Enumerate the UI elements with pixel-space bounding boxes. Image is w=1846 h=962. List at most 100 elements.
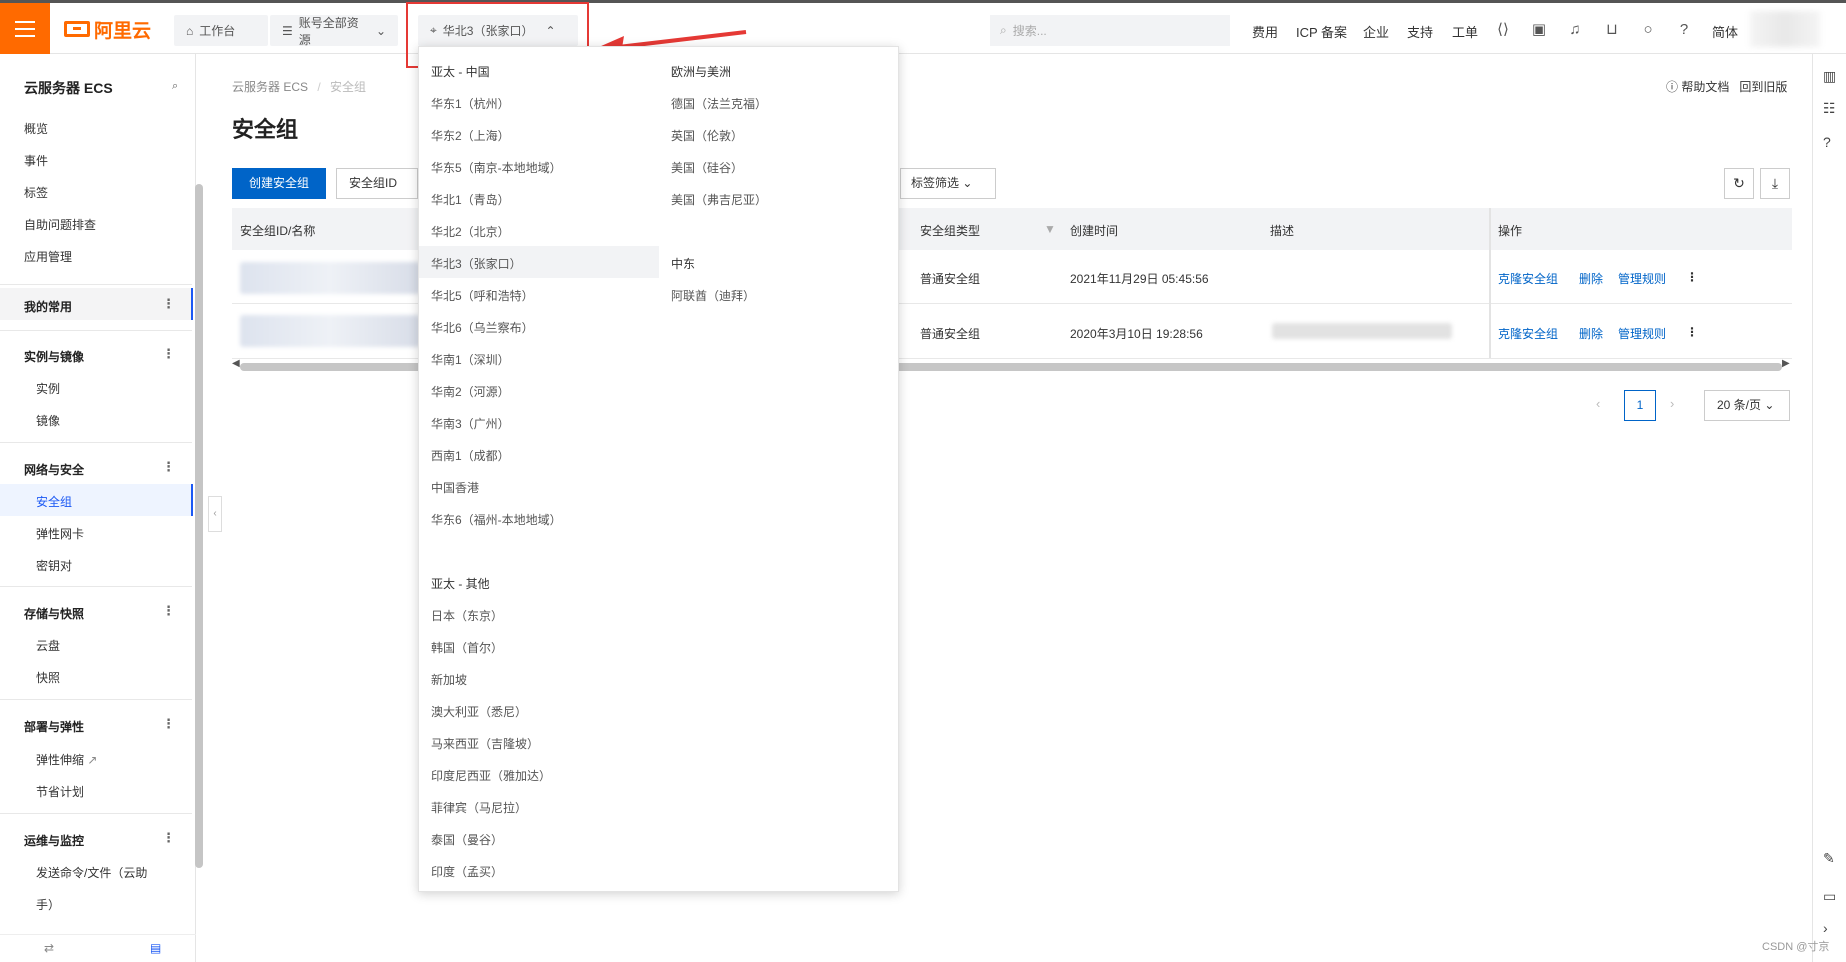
region-item[interactable]: 澳大利亚（悉尼） [431, 703, 527, 720]
more-icon[interactable]: ⋮ [1686, 270, 1698, 284]
region-item[interactable]: 阿联酋（迪拜） [671, 287, 755, 304]
search-icon[interactable]: ⌕ [172, 80, 178, 93]
region-item[interactable]: 印度（孟买） [431, 863, 503, 880]
delete-link[interactable]: 删除 [1579, 325, 1603, 342]
sidebar-item-keypair[interactable]: 密钥对 [36, 557, 72, 574]
sidebar-item-troubleshoot[interactable]: 自助问题排查 [24, 216, 96, 233]
sidebar-item-app-mgmt[interactable]: 应用管理 [24, 248, 72, 265]
sidebar-group-ops[interactable]: 运维与监控 [24, 832, 84, 849]
nav-enterprise[interactable]: 企业 [1363, 22, 1389, 41]
region-item-selected[interactable]: 华北3（张家口） [431, 255, 522, 272]
region-item[interactable]: 华南1（深圳） [431, 351, 510, 368]
sidebar-item-tags[interactable]: 标签 [24, 184, 48, 201]
region-item[interactable]: 西南1（成都） [431, 447, 510, 464]
help-doc-link[interactable]: ⓘ 帮助文档 [1666, 78, 1729, 95]
feedback-icon[interactable]: ▭ [1823, 888, 1836, 905]
sidebar-group-instances[interactable]: 实例与镜像 [24, 348, 84, 365]
scroll-right-icon[interactable]: ▶ [1782, 358, 1790, 369]
sidebar-group-storage[interactable]: 存储与快照 [24, 605, 84, 622]
swap-icon[interactable]: ⇄ [44, 941, 54, 955]
breadcrumb-ecs[interactable]: 云服务器 ECS [232, 80, 308, 94]
filter-field-select[interactable]: 安全组ID [336, 168, 418, 199]
region-item[interactable]: 日本（东京） [431, 607, 503, 624]
more-icon[interactable]: ⋮ [162, 830, 175, 846]
next-page-icon[interactable]: › [1670, 396, 1674, 411]
sidebar-item-images[interactable]: 镜像 [36, 412, 60, 429]
logo[interactable]: 阿里云 [64, 17, 151, 42]
help-icon[interactable]: ? [1675, 21, 1693, 39]
more-icon[interactable]: ⋮ [162, 459, 175, 475]
region-item[interactable]: 华东1（杭州） [431, 95, 510, 112]
region-item[interactable]: 新加坡 [431, 671, 467, 688]
sidebar-item-send-command-cont[interactable]: 手） [36, 896, 60, 913]
region-item[interactable]: 英国（伦敦） [671, 127, 743, 144]
bell-icon[interactable]: ♫ [1566, 21, 1584, 39]
document-icon[interactable]: ▤ [150, 941, 161, 955]
region-item[interactable]: 美国（硅谷） [671, 159, 743, 176]
region-item[interactable]: 中国香港 [431, 479, 479, 496]
region-item[interactable]: 华北5（呼和浩特） [431, 287, 534, 304]
region-item[interactable]: 印度尼西亚（雅加达） [431, 767, 551, 784]
clone-link[interactable]: 克隆安全组 [1498, 325, 1558, 342]
sidebar-item-send-command[interactable]: 发送命令/文件（云助 [36, 864, 147, 881]
more-icon[interactable]: ⋮ [162, 603, 175, 619]
more-icon[interactable]: ⋮ [162, 346, 175, 362]
region-item[interactable]: 菲律宾（马尼拉） [431, 799, 527, 816]
code-icon[interactable]: ⟨⟩ [1494, 21, 1512, 39]
search-input[interactable]: ⌕ 搜索... [990, 15, 1230, 46]
region-item[interactable]: 马来西亚（吉隆坡） [431, 735, 539, 752]
sidebar-group-deploy[interactable]: 部署与弹性 [24, 718, 84, 735]
book-icon[interactable]: ▥ [1823, 68, 1836, 85]
region-item[interactable]: 韩国（首尔） [431, 639, 503, 656]
filter-icon[interactable]: ▼ [1044, 222, 1056, 236]
download-icon[interactable]: ⤓ [1760, 168, 1790, 199]
create-security-group-button[interactable]: 创建安全组 [232, 168, 326, 199]
more-icon[interactable]: ⋮ [1686, 325, 1698, 339]
region-item[interactable]: 华东6（福州-本地地域） [431, 511, 562, 528]
sidebar-item-events[interactable]: 事件 [24, 152, 48, 169]
menu-icon[interactable] [0, 3, 50, 54]
region-item[interactable]: 德国（法兰克福） [671, 95, 767, 112]
help-icon[interactable]: ? [1823, 134, 1831, 150]
nav-support[interactable]: 支持 [1407, 22, 1433, 41]
edit-icon[interactable]: ✎ [1823, 850, 1835, 867]
sidebar-item-disks[interactable]: 云盘 [36, 637, 60, 654]
nav-icp[interactable]: ICP 备案 [1296, 22, 1347, 41]
page-current[interactable]: 1 [1624, 390, 1656, 421]
more-icon[interactable]: ⋮ [162, 716, 175, 732]
workbench-button[interactable]: ⌂ 工作台 [174, 15, 268, 46]
checklist-icon[interactable]: ☷ [1823, 100, 1836, 117]
refresh-icon[interactable]: ↻ [1724, 168, 1754, 199]
sidebar-group-network[interactable]: 网络与安全 [24, 461, 84, 478]
chevron-right-icon[interactable]: › [1823, 920, 1828, 936]
region-item[interactable]: 华东5（南京-本地地域） [431, 159, 562, 176]
manage-rules-link[interactable]: 管理规则 [1618, 270, 1666, 287]
cart-icon[interactable]: ⊔ [1603, 21, 1621, 39]
page-size-select[interactable]: 20 条/页 ⌄ [1704, 390, 1790, 421]
delete-link[interactable]: 删除 [1579, 270, 1603, 287]
region-item[interactable]: 华南2（河源） [431, 383, 510, 400]
tag-filter-button[interactable]: 标签筛选 ⌄ [900, 168, 996, 199]
nav-ticket[interactable]: 工单 [1452, 22, 1478, 41]
sidebar-group-favorites[interactable]: 我的常用 [24, 298, 72, 315]
sidebar-item-eni[interactable]: 弹性网卡 [36, 525, 84, 542]
sidebar-item-autoscaling[interactable]: 弹性伸缩 ↗ [36, 751, 97, 768]
sidebar-item-overview[interactable]: 概览 [24, 120, 48, 137]
old-version-link[interactable]: 回到旧版 [1739, 78, 1787, 95]
clone-link[interactable]: 克隆安全组 [1498, 270, 1558, 287]
region-item[interactable]: 华南3（广州） [431, 415, 510, 432]
bulb-icon[interactable]: ○ [1639, 21, 1657, 39]
region-item[interactable]: 美国（弗吉尼亚） [671, 191, 767, 208]
language-switch[interactable]: 简体 [1712, 22, 1738, 41]
avatar[interactable] [1750, 11, 1820, 47]
region-item[interactable]: 华北2（北京） [431, 223, 510, 240]
region-item[interactable]: 泰国（曼谷） [431, 831, 503, 848]
sidebar-scrollbar[interactable] [195, 184, 203, 868]
scroll-left-icon[interactable]: ◀ [232, 358, 240, 369]
collapse-sidebar-button[interactable]: ‹ [208, 496, 222, 532]
region-item[interactable]: 华北1（青岛） [431, 191, 510, 208]
manage-rules-link[interactable]: 管理规则 [1618, 325, 1666, 342]
prev-page-icon[interactable]: ‹ [1596, 396, 1600, 411]
sidebar-item-snapshots[interactable]: 快照 [36, 669, 60, 686]
sidebar-item-savings-plan[interactable]: 节省计划 [36, 783, 84, 800]
